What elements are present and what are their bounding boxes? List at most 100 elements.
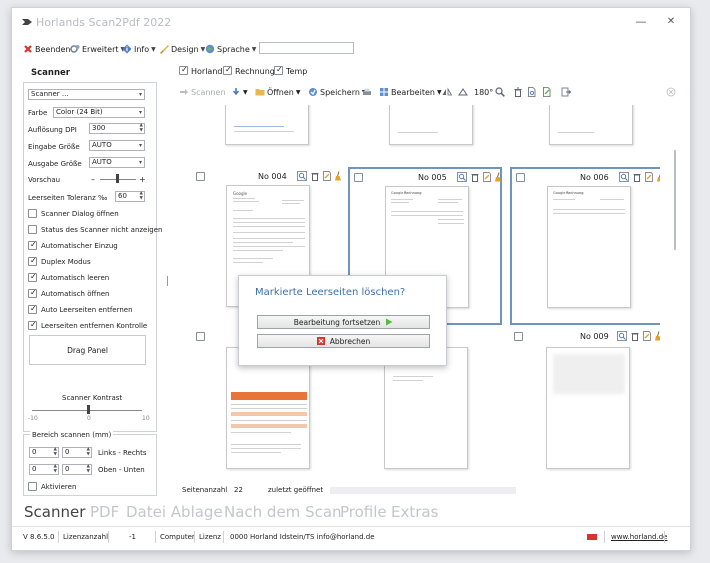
cancel-button[interactable]: Abbrechen	[257, 334, 430, 348]
magnifier-icon[interactable]	[457, 172, 467, 182]
scannen-button[interactable]: Scannen	[179, 85, 226, 99]
import-button[interactable]: ▼	[231, 85, 248, 99]
checkbox-aktivieren[interactable]	[28, 482, 37, 491]
document-card-006[interactable]: No 006 Google Rechnung	[510, 167, 660, 325]
trash-icon[interactable]	[630, 331, 640, 341]
checkbox-auto-leerseiten[interactable]	[28, 304, 37, 314]
links-stepper[interactable]: 0 ▲ ▼	[29, 447, 59, 458]
rotate-left-button[interactable]	[458, 85, 468, 99]
menu-beenden[interactable]: Beenden	[23, 42, 70, 56]
trash-icon[interactable]	[310, 171, 320, 181]
menu-sprache[interactable]: Sprache ▼	[205, 42, 256, 56]
checkbox-status-scanner[interactable]	[28, 225, 37, 234]
checkbox-duplex[interactable]	[28, 256, 37, 266]
tab-extras[interactable]: Extras	[391, 503, 438, 521]
tab-profile[interactable]: Profile	[340, 503, 387, 521]
vorschau-slider-thumb[interactable]	[116, 174, 119, 183]
speichern-button[interactable]: Speichern ▼	[308, 85, 367, 99]
flag-icon[interactable]	[587, 534, 597, 540]
document-checkbox[interactable]	[354, 173, 363, 182]
filter-checkbox-temp[interactable]	[274, 65, 283, 75]
drag-panel[interactable]: Drag Panel	[29, 335, 146, 365]
checkbox-auto-leeren[interactable]	[28, 272, 37, 282]
checkbox-auto-einzug[interactable]	[28, 240, 37, 250]
scanner-select[interactable]: Scanner ... ▾	[28, 89, 145, 100]
stepper-arrows-icon[interactable]: ▲ ▼	[140, 191, 143, 201]
oeffnen-button[interactable]: Öffnen ▼	[255, 85, 301, 99]
doc-export-button[interactable]	[561, 85, 571, 99]
ausgabe-select[interactable]: AUTO ▾	[89, 157, 145, 168]
close-button[interactable]: ✕	[659, 13, 683, 31]
broom-icon[interactable]	[493, 172, 503, 182]
kontrast-slider-thumb[interactable]	[87, 405, 90, 414]
magnifier-icon[interactable]	[617, 331, 627, 341]
tab-pdf[interactable]: PDF	[90, 503, 119, 521]
page-thumbnail[interactable]	[389, 105, 473, 145]
document-checkbox[interactable]	[196, 172, 205, 181]
eingabe-select[interactable]: AUTO ▾	[89, 140, 145, 151]
close-documents-button[interactable]	[666, 85, 676, 99]
rotate-180-button[interactable]: 180°	[474, 85, 493, 99]
stepper-arrows-icon[interactable]: ▲ ▼	[87, 464, 90, 474]
document-checkbox[interactable]	[516, 173, 525, 182]
trash-icon[interactable]	[632, 172, 642, 182]
document-checkbox[interactable]	[196, 332, 205, 341]
minimize-button[interactable]: —	[629, 13, 653, 31]
print-button[interactable]	[362, 85, 372, 99]
oben-stepper[interactable]: 0 ▲ ▼	[29, 464, 59, 475]
chevron-down-icon: ▾	[138, 91, 142, 98]
magnifier-icon[interactable]	[297, 171, 307, 181]
menu-design[interactable]: Design ▼	[159, 42, 205, 56]
zuletzt-value-field[interactable]	[330, 487, 516, 494]
vertical-scrollbar[interactable]	[674, 150, 676, 250]
magnifier-icon[interactable]	[619, 172, 629, 182]
filter-checkbox-horland[interactable]	[179, 65, 188, 75]
tab-nach-dem-scan[interactable]: Nach dem Scan	[224, 503, 342, 521]
doc-edit-button[interactable]	[542, 85, 552, 99]
zoom-button[interactable]	[495, 85, 505, 99]
note-icon[interactable]	[322, 171, 332, 181]
tab-scanner[interactable]: Scanner	[24, 503, 85, 521]
label-aktivieren: Aktivieren	[41, 483, 77, 491]
stepper-arrows-icon[interactable]: ▲ ▼	[140, 123, 143, 133]
checkbox-auto-oeffnen[interactable]	[28, 288, 37, 298]
dpi-stepper[interactable]: 300 ▲ ▼	[89, 123, 145, 134]
website-link[interactable]: www.horland.de	[611, 533, 667, 541]
page-thumbnail[interactable]	[549, 105, 633, 145]
trash-icon[interactable]	[470, 172, 480, 182]
bearbeiten-button[interactable]: Bearbeiten ▼	[379, 85, 442, 99]
checkbox-leerseiten-kontrolle[interactable]	[28, 320, 37, 330]
document-checkbox[interactable]	[514, 332, 523, 341]
farbe-select[interactable]: Color (24 Bit) ▾	[53, 107, 145, 118]
vorschau-minus[interactable]: –	[91, 175, 95, 184]
mirror-button[interactable]	[442, 85, 452, 99]
page-thumbnail[interactable]	[546, 347, 630, 469]
delete-button[interactable]	[513, 85, 523, 99]
continue-editing-button[interactable]: Bearbeitung fortsetzen	[257, 315, 430, 329]
doc-search-button[interactable]	[527, 85, 537, 99]
broom-icon[interactable]	[655, 172, 660, 182]
tab-datei-ablage[interactable]: Datei Ablage	[126, 503, 223, 521]
page-thumbnail[interactable]	[225, 105, 309, 145]
stepper-arrows-icon[interactable]: ▲ ▼	[54, 464, 57, 474]
toleranz-stepper[interactable]: 60 ▲ ▼	[115, 191, 145, 202]
rechts-stepper[interactable]: 0 ▲ ▼	[62, 447, 92, 458]
vorschau-plus[interactable]: +	[139, 175, 146, 184]
note-icon[interactable]	[644, 172, 654, 182]
menu-erweitert[interactable]: Erweitert ▼	[70, 42, 125, 56]
broom-icon[interactable]	[333, 171, 343, 181]
stepper-arrows-icon[interactable]: ▲ ▼	[54, 447, 57, 457]
splitter-handle[interactable]	[167, 276, 168, 286]
note-icon[interactable]	[642, 331, 652, 341]
filter-checkbox-rechnung[interactable]	[223, 65, 232, 75]
stepper-arrows-icon[interactable]: ▲ ▼	[87, 447, 90, 457]
page-thumbnail[interactable]: Google Rechnung	[547, 186, 631, 308]
note-icon[interactable]	[482, 172, 492, 182]
title-bar[interactable]: Horlands Scan2Pdf 2022 — ✕	[12, 8, 690, 36]
document-card-009[interactable]: No 009	[510, 329, 660, 479]
unten-stepper[interactable]: 0 ▲ ▼	[62, 464, 92, 475]
menu-info[interactable]: Info ▼	[122, 42, 156, 56]
checkbox-scanner-dialog[interactable]	[28, 209, 37, 218]
menu-search-input[interactable]	[259, 42, 354, 54]
broom-icon[interactable]	[653, 331, 660, 341]
